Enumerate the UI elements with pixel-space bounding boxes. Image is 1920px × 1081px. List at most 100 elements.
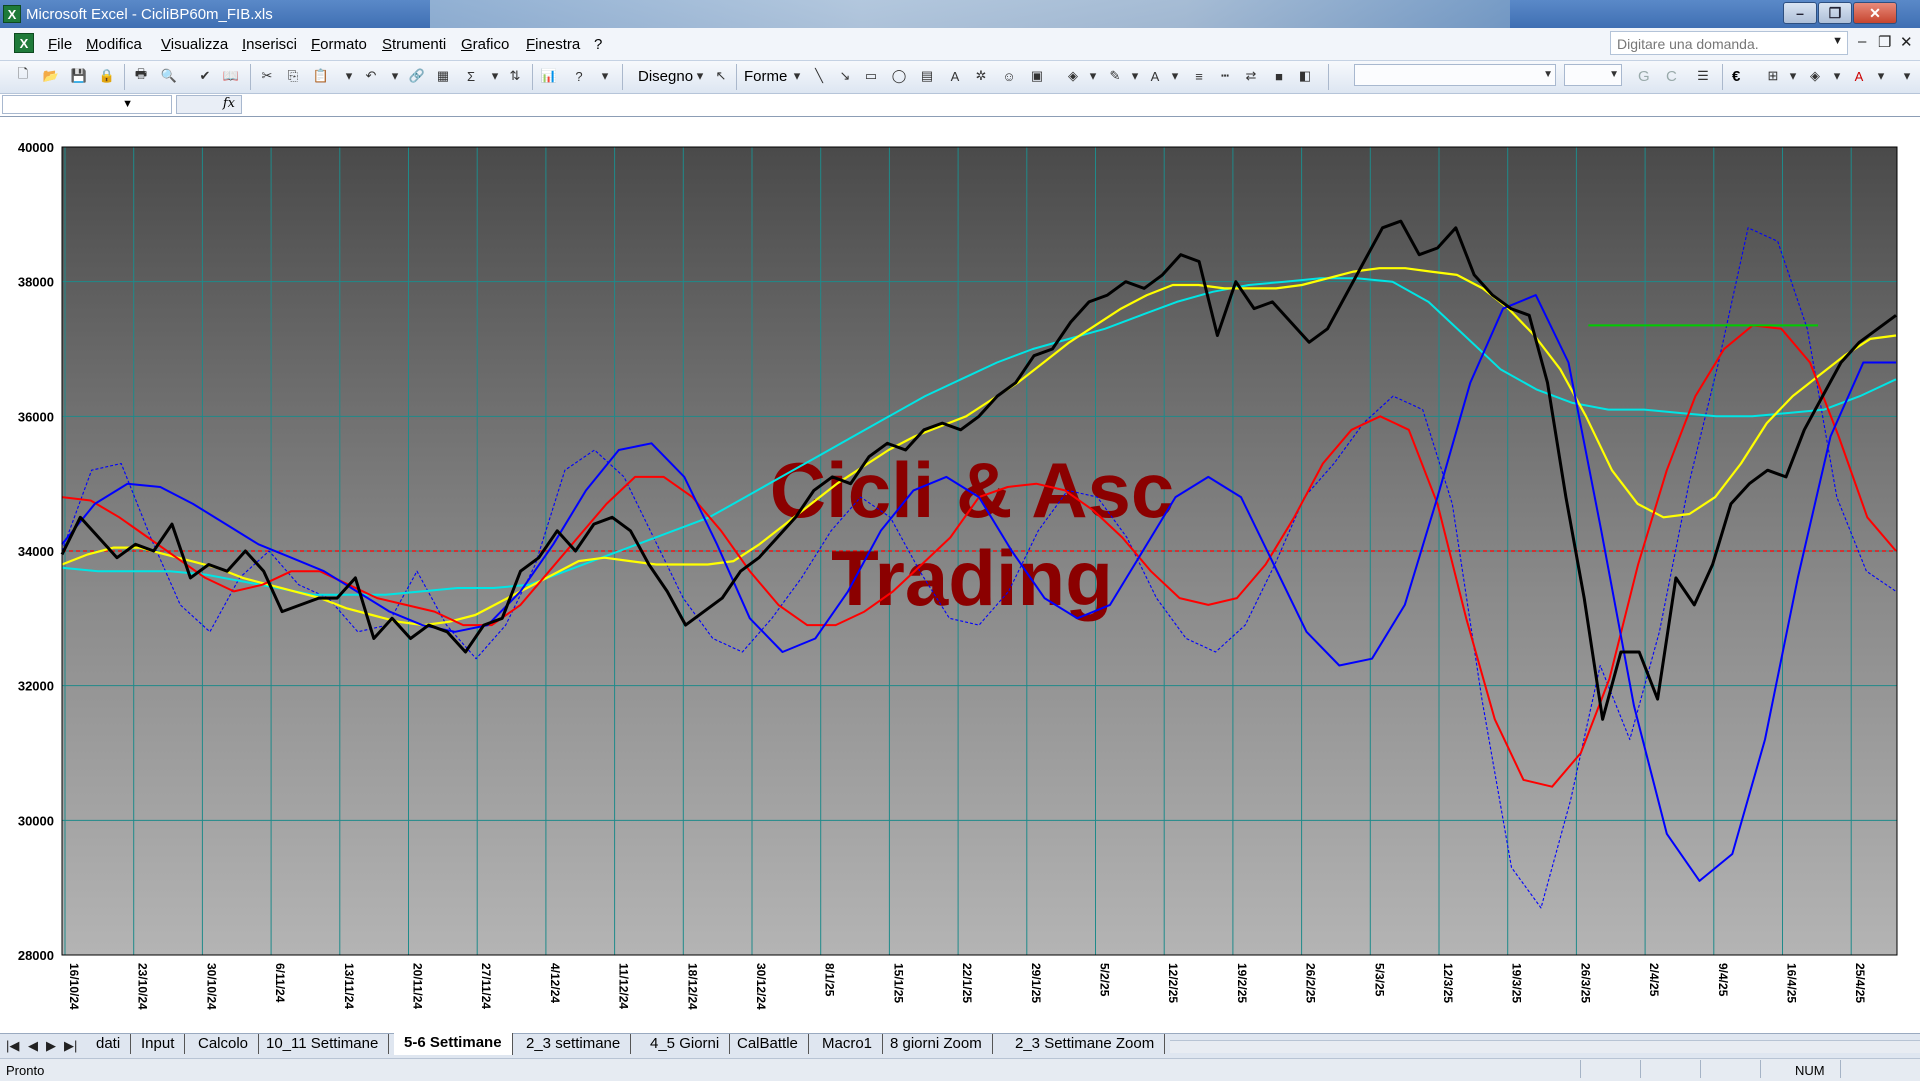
sort-icon[interactable]: ⇅ — [506, 67, 524, 85]
sheet-tab[interactable]: 2_3 Settimane Zoom — [1005, 1034, 1166, 1054]
3d-icon[interactable]: ◧ — [1296, 67, 1314, 85]
menu-help[interactable]: ? — [594, 36, 602, 53]
menu-inserisci[interactable]: Inserisci — [242, 36, 297, 53]
prev-sheet-icon[interactable]: ◀ — [28, 1038, 38, 1054]
bold-button[interactable]: G — [1638, 68, 1650, 85]
chevron-down-icon[interactable]: ▾ — [1828, 67, 1846, 85]
font-color-icon[interactable]: A — [1146, 67, 1164, 85]
menu-grafico[interactable]: Grafico — [461, 36, 509, 53]
borders-icon[interactable]: ⊞ — [1764, 67, 1782, 85]
ask-question-field[interactable]: Digitare una domanda. ▼ — [1610, 31, 1848, 55]
textbox-icon[interactable]: ▤ — [918, 67, 936, 85]
chart-wizard-icon[interactable]: 📊 — [540, 67, 558, 85]
autosum-icon[interactable]: Σ — [462, 67, 480, 85]
sheet-tab[interactable]: Input — [131, 1034, 186, 1054]
cut-icon[interactable]: ✂ — [258, 67, 276, 85]
shapes-menu[interactable]: Forme — [744, 68, 787, 85]
clipart-icon[interactable]: ☺ — [1000, 67, 1018, 85]
chevron-down-icon[interactable]: ▾ — [1784, 67, 1802, 85]
menu-strumenti[interactable]: Strumenti — [382, 36, 446, 53]
workbook-icon[interactable]: X — [14, 33, 34, 53]
sort-dropdown-icon[interactable]: ▾ — [486, 67, 504, 85]
oval-icon[interactable]: ◯ — [890, 67, 908, 85]
grayscale-icon[interactable]: ▦ — [434, 67, 452, 85]
wordart-icon[interactable]: A — [946, 67, 964, 85]
menu-visualizza[interactable]: Visualizza — [161, 36, 228, 53]
chevron-down-icon[interactable]: ▾ — [1126, 67, 1144, 85]
line-style-icon[interactable]: ≡ — [1190, 67, 1208, 85]
redo-dropdown-icon[interactable]: ▾ — [386, 67, 404, 85]
menu-file[interactable]: File — [48, 36, 72, 53]
toolbar-options-icon[interactable]: ▾ — [1898, 67, 1916, 85]
sheet-tab[interactable]: Macro1 — [812, 1034, 884, 1054]
chevron-down-icon[interactable]: ▼ — [1832, 35, 1843, 47]
print-icon[interactable]: 🖶 — [132, 66, 150, 85]
maximize-button[interactable]: ❐ — [1818, 2, 1852, 24]
dash-style-icon[interactable]: ┅ — [1216, 67, 1234, 85]
sheet-tab[interactable]: 5-6 Settimane — [394, 1033, 513, 1055]
permission-icon[interactable]: 🔒 — [98, 67, 116, 85]
drawing-menu[interactable]: Disegno — [638, 68, 693, 85]
line-icon[interactable]: ╲ — [810, 67, 828, 85]
next-sheet-icon[interactable]: ▶ — [46, 1038, 56, 1054]
menu-finestra[interactable]: Finestra — [526, 36, 580, 53]
chevron-down-icon[interactable]: ▼ — [1543, 69, 1553, 80]
italic-button[interactable]: C — [1666, 68, 1677, 85]
rectangle-icon[interactable]: ▭ — [862, 67, 880, 85]
sheet-tab[interactable]: Calcolo — [188, 1034, 260, 1054]
line-color-icon[interactable]: ✎ — [1106, 67, 1124, 85]
chevron-down-icon[interactable]: ▾ — [1166, 67, 1184, 85]
excel-icon[interactable]: X — [3, 5, 21, 23]
chevron-down-icon[interactable]: ▾ — [340, 67, 358, 85]
line-chart[interactable]: 28000 30000 32000 34000 36000 38000 40000 16/10… — [0, 117, 1920, 1033]
chevron-down-icon[interactable]: ▼ — [122, 98, 133, 110]
research-icon[interactable]: 📖 — [222, 67, 240, 85]
select-arrow-icon[interactable]: ↖ — [712, 67, 730, 85]
horizontal-scrollbar[interactable] — [1170, 1040, 1920, 1053]
sheet-tab[interactable]: dati — [86, 1034, 132, 1054]
chevron-down-icon[interactable]: ▾ — [1084, 67, 1102, 85]
menu-formato[interactable]: Formato — [311, 36, 367, 53]
paste-icon[interactable]: 📋 — [312, 67, 330, 85]
print-preview-icon[interactable]: 🔍 — [160, 67, 178, 85]
new-file-icon[interactable]: 🗋 — [14, 66, 32, 85]
fill-color-icon[interactable]: ◈ — [1806, 67, 1824, 85]
diagram-icon[interactable]: ✲ — [972, 67, 990, 85]
doc-restore-icon[interactable]: ❐ — [1878, 33, 1891, 51]
sheet-tab[interactable]: 8 giorni Zoom — [880, 1034, 993, 1054]
first-sheet-icon[interactable]: |◀ — [6, 1038, 19, 1054]
copy-icon[interactable]: ⎘ — [284, 67, 302, 85]
insert-function-icon[interactable]: fx — [176, 95, 242, 114]
fill-color-icon[interactable]: ◈ — [1064, 67, 1082, 85]
chevron-down-icon[interactable]: ▾ — [788, 67, 806, 85]
chevron-down-icon[interactable]: ▾ — [1872, 67, 1890, 85]
arrow-style-icon[interactable]: ⇄ — [1242, 67, 1260, 85]
help-icon[interactable]: ? — [570, 67, 588, 85]
sheet-tab[interactable]: 4_5 Giorni — [640, 1034, 731, 1054]
save-icon[interactable]: 💾 — [70, 67, 88, 85]
shadow-icon[interactable]: ■ — [1270, 67, 1288, 85]
toolbar-options-icon[interactable]: ▾ — [596, 67, 614, 85]
font-color-icon[interactable]: A — [1850, 67, 1868, 85]
undo-icon[interactable]: ↶ — [362, 67, 380, 85]
sheet-tab[interactable]: CalBattle — [727, 1034, 809, 1054]
hyperlink-icon[interactable]: 🔗 — [408, 67, 426, 85]
menu-modifica[interactable]: Modifica — [86, 36, 142, 53]
align-center-icon[interactable]: ☰ — [1694, 67, 1712, 85]
sheet-tab[interactable]: 2_3 settimane — [516, 1034, 632, 1054]
font-size-select[interactable]: ▼ — [1564, 64, 1622, 86]
chevron-down-icon[interactable]: ▼ — [1609, 69, 1619, 80]
font-name-select[interactable]: ▼ — [1354, 64, 1556, 86]
chevron-down-icon[interactable]: ▾ — [691, 67, 709, 85]
euro-button[interactable]: € — [1732, 68, 1740, 85]
open-folder-icon[interactable]: 📂 — [42, 67, 60, 85]
spelling-icon[interactable]: ✔ — [196, 67, 214, 85]
sheet-tab[interactable]: 10_11 Settimane — [256, 1034, 390, 1054]
minimize-button[interactable]: – — [1783, 2, 1817, 24]
doc-minimize-icon[interactable]: – — [1858, 33, 1866, 50]
close-button[interactable]: ✕ — [1853, 2, 1897, 24]
picture-icon[interactable]: ▣ — [1028, 67, 1046, 85]
doc-close-icon[interactable]: ✕ — [1900, 33, 1913, 51]
arrow-icon[interactable]: ↘ — [836, 67, 854, 85]
name-box[interactable]: ▼ — [2, 95, 172, 114]
